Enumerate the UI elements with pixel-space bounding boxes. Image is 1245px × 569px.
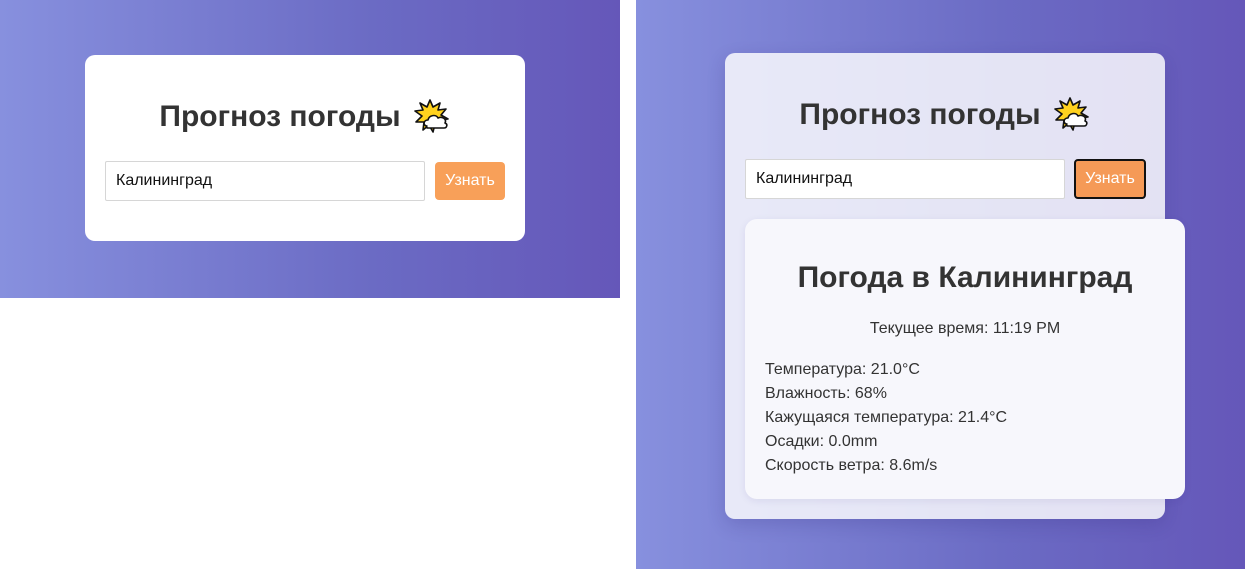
app-title-text: Прогноз погоды — [799, 98, 1041, 131]
sun-behind-cloud-icon — [413, 99, 449, 133]
current-time: Текущее время: 11:19 PM — [869, 320, 1061, 337]
temperature-value: Температура: 21.0°C — [765, 361, 920, 378]
right-screen-background: Прогноз погоды Узнать Погода в Калинингр… — [636, 0, 1245, 569]
humidity-value: Влажность: 68% — [765, 385, 887, 402]
app-title-text: Прогноз погоды — [159, 100, 401, 133]
weather-form-card: Прогноз погоды Узнать — [85, 55, 525, 241]
weather-details-list: Температура: 21.0°C Влажность: 68% Кажущ… — [765, 358, 1007, 478]
sun-behind-cloud-icon — [1053, 97, 1089, 131]
app-title: Прогноз погоды — [85, 99, 525, 135]
feels-like-value: Кажущаяся температура: 21.4°C — [765, 409, 1008, 426]
weather-result-card: Погода в Калининград Текущее время: 11:1… — [745, 219, 1185, 499]
city-input[interactable] — [745, 159, 1065, 199]
left-screen-background: Прогноз погоды Узнать — [0, 0, 620, 298]
result-heading: Погода в Калининград — [797, 261, 1133, 294]
app-title: Прогноз погоды — [725, 97, 1165, 133]
submit-button[interactable]: Узнать — [435, 162, 505, 200]
wind-speed-value: Скорость ветра: 8.6m/s — [765, 457, 938, 474]
precipitation-value: Осадки: 0.0mm — [765, 433, 878, 450]
city-input[interactable] — [105, 161, 425, 201]
submit-button[interactable]: Узнать — [1074, 159, 1146, 199]
